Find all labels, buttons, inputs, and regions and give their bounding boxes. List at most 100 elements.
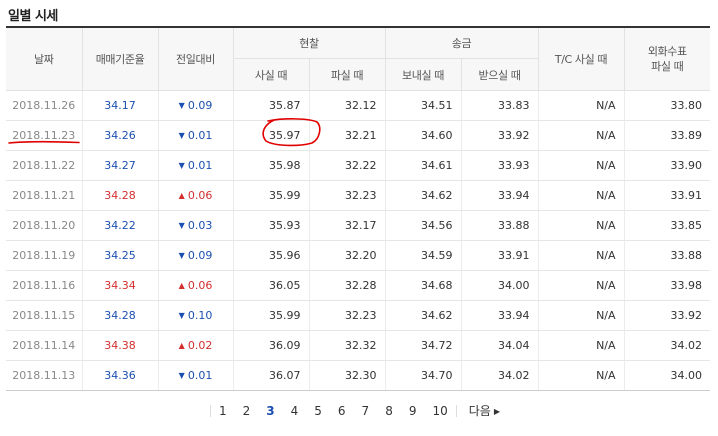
base-rate-cell: 34.26 <box>81 120 158 151</box>
page-link-7[interactable]: 7 <box>354 404 378 418</box>
page-link-6[interactable]: 6 <box>330 404 354 418</box>
base-rate-cell: 34.25 <box>81 240 158 271</box>
cash-buy-cell: 35.99 <box>232 180 309 211</box>
cash-buy-cell: 36.09 <box>232 330 309 361</box>
cash-sell-cell: 32.23 <box>308 180 386 211</box>
cash-sell-cell: 32.30 <box>308 360 386 391</box>
triangle-down-icon: ▼ <box>178 161 185 170</box>
triangle-down-icon: ▼ <box>178 131 185 140</box>
table-row: 2018.11.20 34.22 ▼ 0.03 35.93 32.17 34.56 33.88… <box>6 210 711 241</box>
header-transfer-receive: 받으실 때 <box>460 58 539 91</box>
table-row: 2018.11.15 34.28 ▼ 0.10 35.99 32.23 34.62 33.94… <box>6 300 711 331</box>
triangle-down-icon: ▼ <box>178 311 185 320</box>
change-cell: ▲ 0.02 <box>157 330 233 361</box>
change-value: 0.01 <box>187 129 213 142</box>
fx-check-cell: 33.90 <box>623 150 711 181</box>
transfer-receive-cell: 33.83 <box>460 90 539 121</box>
cash-sell-cell: 32.17 <box>308 210 386 241</box>
next-page-link[interactable]: 다음 ▶ <box>457 402 508 419</box>
fx-check-cell: 33.98 <box>623 270 711 301</box>
page-link-5[interactable]: 5 <box>306 404 330 418</box>
page-link-8[interactable]: 8 <box>377 404 401 418</box>
triangle-up-icon: ▲ <box>178 341 185 350</box>
transfer-send-cell: 34.62 <box>384 300 462 331</box>
pagination: 1 2 3 4 5 6 7 8 9 10 다음 ▶ <box>0 402 718 419</box>
header-fx-check: 외화수표 파실 때 <box>623 27 711 91</box>
transfer-receive-cell: 34.00 <box>460 270 539 301</box>
change-cell: ▼ 0.10 <box>157 300 233 331</box>
page-link-2[interactable]: 2 <box>235 404 259 418</box>
tc-buy-cell: N/A <box>537 330 625 361</box>
cash-sell-cell: 32.23 <box>308 300 386 331</box>
tc-buy-cell: N/A <box>537 360 625 391</box>
tc-buy-cell: N/A <box>537 240 625 271</box>
fx-check-cell: 33.91 <box>623 180 711 211</box>
triangle-down-icon: ▼ <box>178 221 185 230</box>
triangle-down-icon: ▼ <box>178 251 185 260</box>
change-value: 0.09 <box>187 99 213 112</box>
tc-buy-cell: N/A <box>537 120 625 151</box>
header-base-rate: 매매기준율 <box>81 27 159 91</box>
change-value: 0.02 <box>187 339 213 352</box>
next-label: 다음 <box>468 404 491 418</box>
fx-check-cell: 33.80 <box>623 90 711 121</box>
change-value: 0.09 <box>187 249 213 262</box>
transfer-send-cell: 34.72 <box>384 330 462 361</box>
cash-sell-cell: 32.12 <box>308 90 386 121</box>
header-cash-buy: 사실 때 <box>233 58 310 91</box>
change-cell: ▲ 0.06 <box>157 270 233 301</box>
base-rate-cell: 34.38 <box>81 330 158 361</box>
red-underline-mark <box>8 140 80 144</box>
tc-buy-cell: N/A <box>537 210 625 241</box>
date-cell: 2018.11.22 <box>6 150 82 181</box>
transfer-receive-cell: 33.94 <box>460 300 539 331</box>
date-cell: 2018.11.26 <box>6 90 82 121</box>
change-cell: ▼ 0.09 <box>157 90 233 121</box>
page-link-3[interactable]: 3 <box>258 404 282 418</box>
change-value: 0.06 <box>187 279 213 292</box>
change-cell: ▼ 0.03 <box>157 210 233 241</box>
date-cell: 2018.11.19 <box>6 240 82 271</box>
table-row: 2018.11.16 34.34 ▲ 0.06 36.05 32.28 34.68 34.00… <box>6 270 711 301</box>
change-value: 0.10 <box>187 309 213 322</box>
tc-buy-cell: N/A <box>537 150 625 181</box>
change-cell: ▼ 0.01 <box>157 120 233 151</box>
transfer-receive-cell: 34.02 <box>460 360 539 391</box>
table-row: 2018.11.22 34.27 ▼ 0.01 35.98 32.22 34.61 33.93… <box>6 150 711 181</box>
base-rate-cell: 34.17 <box>81 90 158 121</box>
table-row: 2018.11.19 34.25 ▼ 0.09 35.96 32.20 34.59 33.91… <box>6 240 711 271</box>
transfer-send-cell: 34.51 <box>384 90 462 121</box>
date-cell: 2018.11.16 <box>6 270 82 301</box>
transfer-send-cell: 34.62 <box>384 180 462 211</box>
cash-buy-cell: 35.98 <box>232 150 309 181</box>
table-row: 2018.11.26 34.17 ▼ 0.09 35.87 32.12 34.51 33.83… <box>6 90 711 121</box>
change-value: 0.01 <box>187 369 213 382</box>
change-value: 0.06 <box>187 189 213 202</box>
triangle-down-icon: ▼ <box>178 101 185 110</box>
table-row: 2018.11.21 34.28 ▲ 0.06 35.99 32.23 34.62 33.94… <box>6 180 711 211</box>
header-transfer-send: 보내실 때 <box>384 58 462 91</box>
base-rate-cell: 34.22 <box>81 210 158 241</box>
page-link-4[interactable]: 4 <box>283 404 307 418</box>
change-value: 0.03 <box>187 219 213 232</box>
header-tc-buy: T/C 사실 때 <box>537 27 625 91</box>
cash-buy-cell: 35.99 <box>232 300 309 331</box>
cash-sell-cell: 32.28 <box>308 270 386 301</box>
transfer-receive-cell: 33.92 <box>460 120 539 151</box>
change-value: 0.01 <box>187 159 213 172</box>
fx-check-cell: 34.00 <box>623 360 711 391</box>
transfer-receive-cell: 33.93 <box>460 150 539 181</box>
page-link-10[interactable]: 10 <box>424 404 455 418</box>
transfer-receive-cell: 33.91 <box>460 240 539 271</box>
page-link-9[interactable]: 9 <box>401 404 425 418</box>
table-row: 2018.11.14 34.38 ▲ 0.02 36.09 32.32 34.72 34.04… <box>6 330 711 361</box>
change-cell: ▼ 0.01 <box>157 360 233 391</box>
triangle-up-icon: ▲ <box>178 281 185 290</box>
base-rate-cell: 34.36 <box>81 360 158 391</box>
chevron-right-icon: ▶ <box>493 407 500 416</box>
daily-rate-table: 날짜 매매기준율 전일대비 현찰 송금 T/C 사실 때 외화수표 파실 때 사… <box>6 26 711 391</box>
page-link-1[interactable]: 1 <box>211 404 235 418</box>
cash-buy-cell: 35.93 <box>232 210 309 241</box>
fx-check-cell: 33.85 <box>623 210 711 241</box>
cash-buy-cell: 36.07 <box>232 360 309 391</box>
